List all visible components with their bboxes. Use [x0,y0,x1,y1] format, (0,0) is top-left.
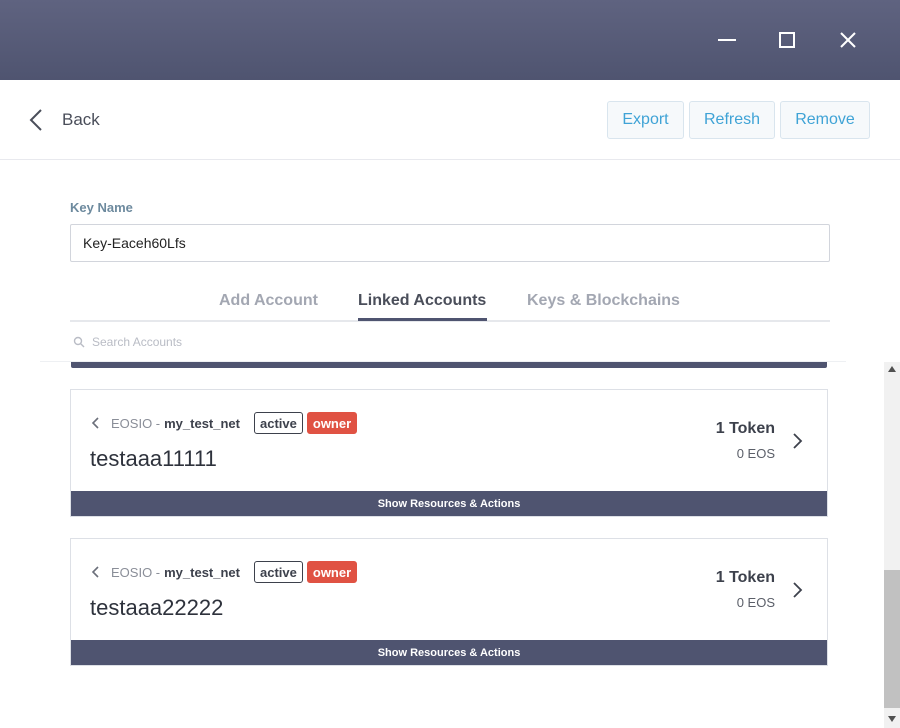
account-card[interactable]: EOSIO - my_test_net active owner testaaa… [70,538,828,666]
account-chain-row: EOSIO - my_test_net active owner [91,412,358,434]
permission-badge-active: active [254,412,303,434]
network-name: my_test_net [164,415,240,431]
title-bar [0,0,900,80]
show-resources-button[interactable]: Show Resources & Actions [71,491,827,516]
search-bar [70,330,830,354]
search-input[interactable] [92,335,692,349]
minimize-icon[interactable] [712,25,742,55]
tab-bar: Add Account Linked Accounts Keys & Block… [70,286,830,322]
chevron-left-icon[interactable] [91,416,101,430]
scroll-up-arrow-icon[interactable] [888,366,896,372]
chevron-left-icon[interactable] [91,565,101,579]
refresh-button[interactable]: Refresh [689,101,775,139]
key-name-label: Key Name [70,200,133,215]
permission-badge-active: active [254,561,303,583]
back-label: Back [62,110,100,129]
tab-linked-accounts[interactable]: Linked Accounts [358,292,486,310]
permission-badge-owner: owner [306,412,358,434]
chevron-right-icon[interactable] [791,432,803,455]
back-button[interactable]: Back [28,106,100,134]
token-count: 1 Token [715,569,775,586]
account-name: testaaa11111 [90,446,217,471]
remove-button[interactable]: Remove [780,101,870,139]
previous-card-bar [71,362,827,368]
close-icon[interactable] [833,25,863,55]
account-chain-row: EOSIO - my_test_net active owner [91,561,358,583]
chevron-left-icon [29,109,42,131]
account-name: testaaa22222 [90,595,224,620]
network-name: my_test_net [164,564,240,580]
eos-balance: 0 EOS [736,446,775,461]
token-count: 1 Token [715,420,775,437]
scroll-down-arrow-icon[interactable] [888,716,896,722]
chain-name: EOSIO - [111,564,161,580]
chain-name: EOSIO - [111,415,161,431]
account-card[interactable]: EOSIO - my_test_net active owner testaaa… [70,389,828,517]
search-icon [73,336,85,348]
eos-balance: 0 EOS [736,595,775,610]
show-resources-button[interactable]: Show Resources & Actions [71,640,827,665]
chevron-right-icon[interactable] [791,581,803,604]
key-name-input[interactable] [70,224,830,262]
permission-badge-owner: owner [306,561,358,583]
maximize-icon[interactable] [772,25,802,55]
export-button[interactable]: Export [607,101,684,139]
active-tab-indicator [358,318,487,321]
tab-add-account[interactable]: Add Account [219,292,318,310]
scrollbar-thumb[interactable] [884,570,900,708]
tab-keys-blockchains[interactable]: Keys & Blockchains [527,292,680,310]
panel-header: Back Export Refresh Remove [0,80,900,160]
